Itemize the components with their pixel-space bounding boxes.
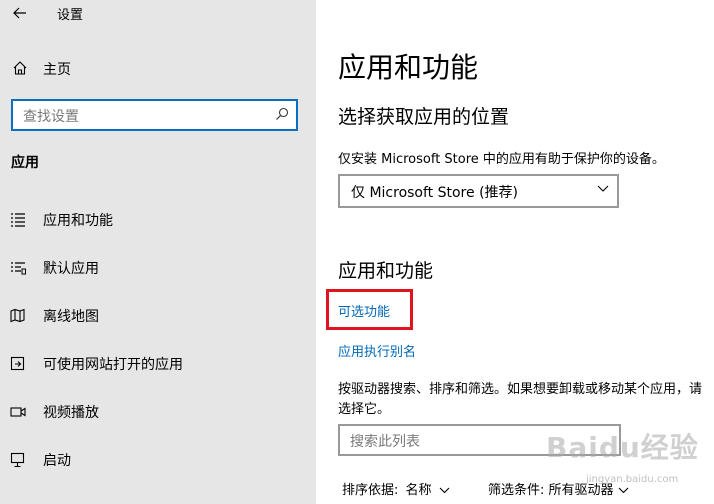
back-arrow-icon: [13, 7, 26, 19]
filter-help-text: 按驱动器搜索、排序和筛选。如果想要卸载或移动某个应用，请选择它。: [338, 382, 703, 417]
sidebar-item-offline-maps[interactable]: 离线地图: [0, 296, 316, 336]
watermark-logo: Baidu经验: [546, 431, 699, 464]
install-source-value: 仅 Microsoft Store (推荐): [351, 185, 518, 201]
chevron-down-icon: [597, 185, 609, 192]
chevron-down-icon: [439, 487, 450, 494]
sidebar-item-label: 离线地图: [43, 309, 99, 325]
back-button[interactable]: [6, 0, 34, 26]
map-icon: [10, 308, 25, 323]
install-source-dropdown[interactable]: 仅 Microsoft Store (推荐): [338, 174, 619, 208]
home-icon: [13, 61, 27, 75]
sidebar-item-startup[interactable]: 启动: [0, 440, 316, 480]
sidebar: 设置 主页 查找设置 应用 应用和功能 默认应用 离线地图 可使用网站打开的应用…: [0, 0, 316, 504]
sidebar-section-title: 应用: [11, 155, 39, 171]
sidebar-item-label: 可使用网站打开的应用: [43, 357, 183, 373]
main-content: 应用和功能 选择获取应用的位置 仅安装 Microsoft Store 中的应用…: [316, 0, 714, 504]
sort-label: 排序依据:: [342, 483, 399, 498]
list-icon: [11, 213, 25, 227]
install-source-heading: 选择获取应用的位置: [338, 106, 510, 128]
sidebar-item-video-playback[interactable]: 视频播放: [0, 392, 316, 432]
sidebar-home-label: 主页: [43, 62, 71, 78]
search-icon[interactable]: [275, 107, 289, 121]
list-search-placeholder: 搜索此列表: [350, 434, 420, 450]
apps-features-heading: 应用和功能: [338, 260, 434, 282]
optional-features-link[interactable]: 可选功能: [338, 301, 390, 320]
sidebar-item-label: 启动: [43, 453, 71, 469]
default-apps-icon: [11, 262, 26, 275]
install-source-description: 仅安装 Microsoft Store 中的应用有助于保护你的设备。: [338, 152, 665, 167]
web-apps-icon: [10, 356, 25, 371]
video-icon: [10, 407, 26, 417]
sidebar-home[interactable]: 主页: [0, 52, 316, 84]
settings-search-input[interactable]: 查找设置: [11, 99, 298, 131]
chevron-down-icon: [618, 487, 629, 494]
sidebar-item-label: 默认应用: [43, 261, 99, 277]
sidebar-item-default-apps[interactable]: 默认应用: [0, 248, 316, 288]
sort-value: 名称: [405, 483, 432, 498]
filter-label: 筛选条件:: [488, 483, 545, 498]
sidebar-item-apps-features[interactable]: 应用和功能: [0, 200, 316, 240]
window-title: 设置: [57, 8, 84, 23]
sort-dropdown[interactable]: 排序依据: 名称: [342, 479, 450, 498]
startup-icon: [10, 452, 25, 468]
filter-value: 所有驱动器: [548, 483, 614, 498]
sidebar-item-label: 视频播放: [43, 405, 99, 421]
watermark-subtext: jingyan.baidu.com: [586, 474, 679, 485]
app-execution-aliases-link[interactable]: 应用执行别名: [338, 341, 416, 360]
settings-search-placeholder: 查找设置: [23, 109, 79, 125]
sidebar-item-web-apps[interactable]: 可使用网站打开的应用: [0, 344, 316, 384]
page-title: 应用和功能: [338, 51, 479, 84]
sidebar-item-label: 应用和功能: [43, 213, 113, 229]
